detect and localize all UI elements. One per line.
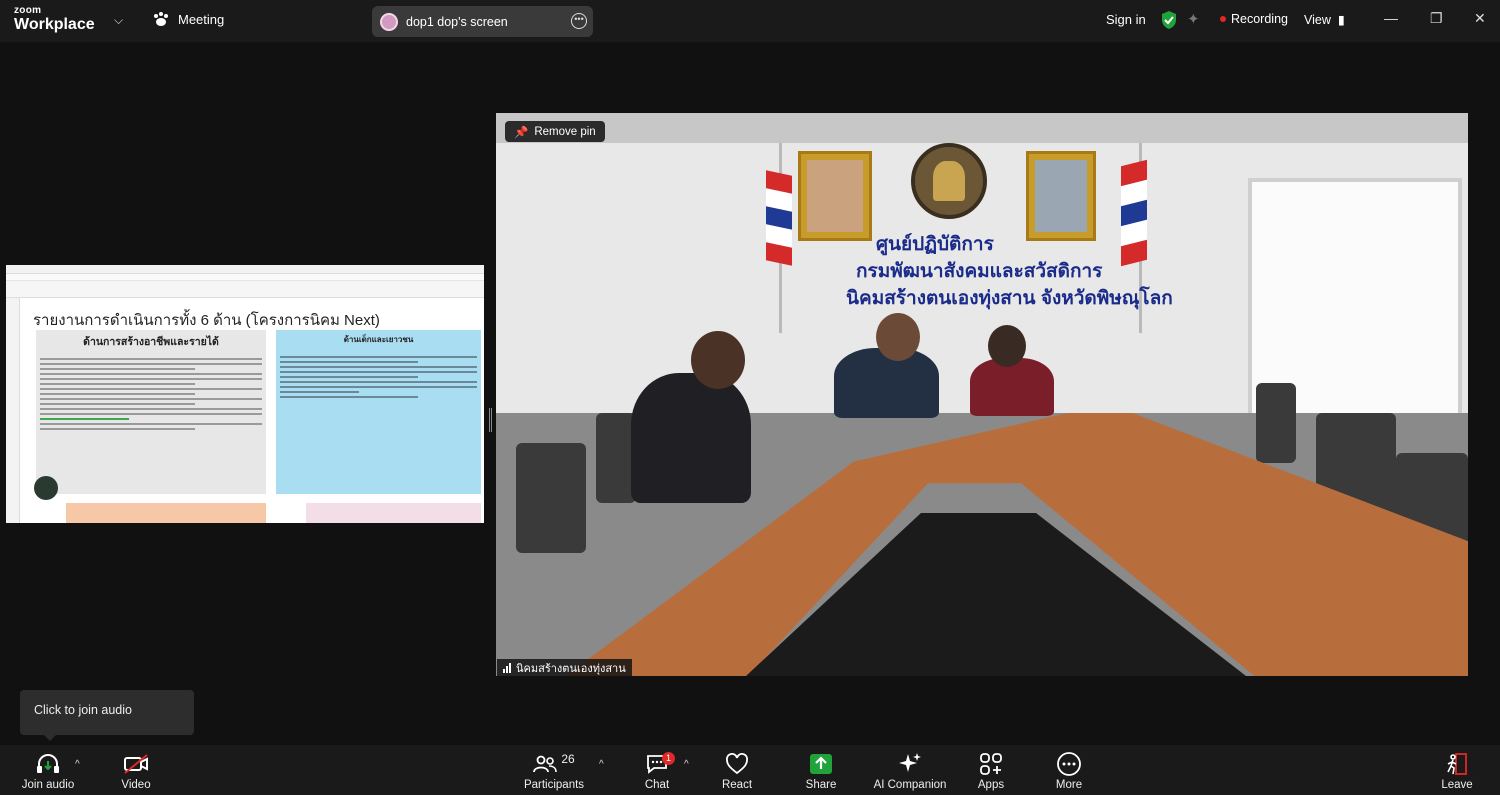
panel-occupation: ด้านการสร้างอาชีพและรายได้ [36,330,266,494]
screen-share-pill[interactable]: dop1 dop's screen ••• [372,6,593,37]
recording-label: Recording [1231,12,1288,26]
top-bar: zoom Workplace ⌵ Meeting dop1 dop's scre… [0,0,1500,42]
sign-line-1: ศูนย์ปฏิบัติการ [876,234,994,255]
join-audio-tooltip: Click to join audio [20,690,194,741]
participants-button[interactable]: 26 Participants [522,749,586,791]
chair [1256,383,1296,463]
pdf-menu-bar [6,274,484,281]
slide-bottom-panel-left [66,503,266,523]
recording-dot-icon [1220,16,1226,22]
participant-video[interactable]: ศูนย์ปฏิบัติการ กรมพัฒนาสังคมและสวัสดิกา… [496,113,1468,676]
recording-indicator[interactable]: Recording [1220,12,1288,26]
sign-line-2: กรมพัฒนาสังคมและสวัสดิการ [856,261,1103,282]
apps-label: Apps [977,779,1005,791]
pdf-side-panel [6,298,20,523]
shield-check-icon[interactable] [1160,10,1178,30]
join-audio-label: Join audio [21,779,75,791]
chat-options-caret-icon[interactable]: ^ [684,759,689,770]
panel-youth: ด้านเด็กและเยาวชน [276,330,481,494]
leave-icon [1447,753,1467,775]
more-icon [1057,752,1081,776]
slide-heading: รายงานการดำเนินการทั้ง 6 ด้าน (โครงการนิ… [33,312,380,329]
leave-label: Leave [1441,779,1473,791]
share-label: Share [805,779,837,791]
ai-sparkle-icon[interactable]: ✦ [1187,10,1200,28]
participants-label: Participants [523,779,585,791]
sign-line-3: นิคมสร้างตนเองทุ่งสาน จังหวัดพิษณุโลก [846,288,1173,309]
ai-companion-icon [899,753,921,772]
more-button[interactable]: More [1048,749,1090,791]
apps-button[interactable]: Apps [970,749,1012,791]
headphones-icon [37,754,59,773]
participants-options-caret-icon[interactable]: ^ [599,759,604,770]
minimize-icon[interactable]: — [1384,10,1398,26]
close-icon[interactable]: ✕ [1474,10,1486,27]
participant-head [691,331,745,389]
chat-label: Chat [644,779,670,791]
view-label: View [1304,13,1331,27]
restore-icon[interactable]: ❐ [1430,10,1443,27]
video-label: Video [121,779,151,791]
portrait-frame-right [1026,151,1096,241]
chair [516,443,586,553]
video-button[interactable]: Video [110,749,162,791]
paw-icon [154,12,168,26]
audio-options-caret-icon[interactable]: ^ [75,759,80,770]
screen-share-label: dop1 dop's screen [406,14,508,29]
emblem-icon [911,143,987,219]
participant-name: นิคมสร้างตนเองทุ่งสาน [516,662,626,675]
chat-unread-badge: 1 [662,752,675,765]
more-label: More [1055,779,1083,791]
more-options-icon[interactable]: ••• [571,13,587,29]
participants-icon [533,755,558,773]
participant-name-tag: นิคมสร้างตนเองทุ่งสาน [497,659,632,676]
slide-logo-icon [34,476,58,500]
meeting-label: Meeting [178,11,225,27]
chair [596,413,636,503]
thai-flag-right [1121,159,1147,267]
panel-youth-title: ด้านเด็กและเยาวชน [343,335,414,344]
react-button[interactable]: React [716,749,758,791]
remove-pin-label: Remove pin [534,125,596,138]
sharer-avatar [380,12,398,31]
participant-person [970,358,1054,416]
bottom-toolbar: Join audio ^ Video 26 Participants ^ Cha… [0,745,1500,795]
view-menu[interactable]: View ▮ [1304,12,1345,27]
pdf-ribbon [6,281,484,298]
leave-button[interactable]: Leave [1436,749,1478,791]
signal-strength-icon [503,662,511,673]
share-screen-icon [810,754,832,774]
share-button[interactable]: Share [800,749,842,791]
ai-companion-button[interactable]: AI Companion [868,749,952,791]
ai-companion-label: AI Companion [873,779,947,791]
sign-in-link[interactable]: Sign in [1106,12,1146,27]
chevron-down-icon[interactable]: ⌵ [114,13,123,28]
participant-person [834,348,939,418]
remove-pin-button[interactable]: 📌 Remove pin [505,121,605,142]
meeting-menu[interactable]: Meeting [152,11,224,27]
pdf-title-bar [6,265,484,274]
pin-icon: 📌 [514,126,529,139]
view-layout-icon: ▮ [1334,13,1345,27]
participant-count: 26 [561,752,575,766]
video-off-icon [124,754,148,774]
apps-icon [980,753,1002,775]
participant-head [876,313,920,361]
heart-icon [726,753,748,775]
zoom-logo: zoom Workplace [14,6,95,33]
shared-screen-thumbnail[interactable]: รายงานการดำเนินการทั้ง 6 ด้าน (โครงการนิ… [6,265,484,523]
react-label: React [721,779,753,791]
panel-occupation-title: ด้านการสร้างอาชีพและรายได้ [83,336,219,348]
slide-bottom-panel-right [306,503,481,523]
logo-text: zoom [14,5,42,16]
participant-person [631,373,751,503]
thai-flag-left [766,170,792,266]
join-audio-button[interactable]: Join audio [20,749,76,791]
resize-handle[interactable] [489,408,492,432]
participant-head [988,325,1026,367]
portrait-frame-left [798,151,872,241]
logo-product: Workplace [14,16,95,33]
